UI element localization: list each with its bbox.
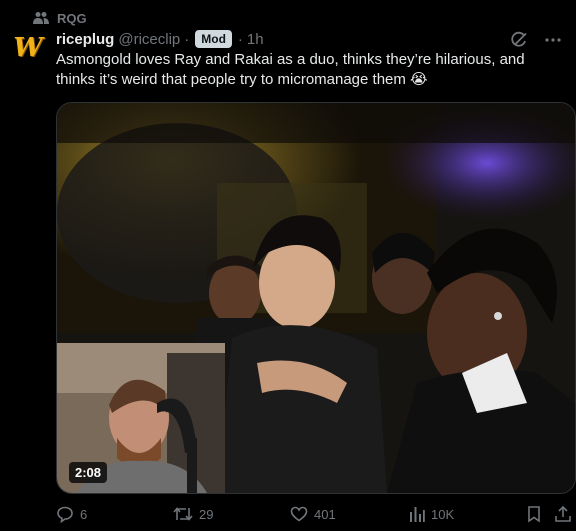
- timestamp[interactable]: 1h: [247, 31, 264, 48]
- community-name: RQG: [57, 10, 87, 26]
- grok-icon[interactable]: [510, 31, 528, 49]
- handle[interactable]: @riceclip: [118, 31, 180, 48]
- share-button[interactable]: [554, 503, 572, 525]
- people-icon: [33, 12, 49, 24]
- like-count: 401: [314, 506, 336, 522]
- reply-count: 6: [80, 506, 88, 522]
- video-player[interactable]: 2:08: [56, 102, 576, 494]
- post-top-icons: [510, 31, 562, 49]
- share-icon: [555, 505, 571, 522]
- community-header[interactable]: RQG: [33, 10, 87, 26]
- bookmark-button[interactable]: [526, 503, 542, 525]
- action-bar: 6 29 401 10K: [56, 503, 574, 525]
- views-button[interactable]: 10K: [409, 503, 454, 525]
- repost-count: 29: [199, 506, 214, 522]
- analytics-icon: [410, 507, 425, 522]
- view-count: 10K: [431, 506, 455, 522]
- display-name[interactable]: riceplug: [56, 31, 114, 48]
- heart-icon: [290, 506, 308, 522]
- post-text: Asmongold loves Ray and Rakai as a duo, …: [56, 51, 525, 88]
- like-button[interactable]: 401: [290, 503, 336, 525]
- separator: ·: [237, 30, 243, 48]
- separator: ·: [184, 30, 190, 48]
- avatar-logo: W: [13, 33, 43, 63]
- post-header: riceplug @riceclip · Mod · 1h: [56, 29, 264, 49]
- reply-icon: [57, 506, 73, 523]
- repost-button[interactable]: 29: [173, 503, 213, 525]
- mod-badge: Mod: [195, 30, 232, 48]
- video-duration: 2:08: [69, 462, 108, 483]
- reply-button[interactable]: 6: [56, 503, 87, 525]
- streamer-overlay: 2:08: [57, 343, 225, 493]
- bookmark-icon: [528, 506, 540, 523]
- avatar[interactable]: W: [12, 32, 44, 64]
- repost-icon: [173, 507, 193, 521]
- more-icon[interactable]: [544, 31, 562, 49]
